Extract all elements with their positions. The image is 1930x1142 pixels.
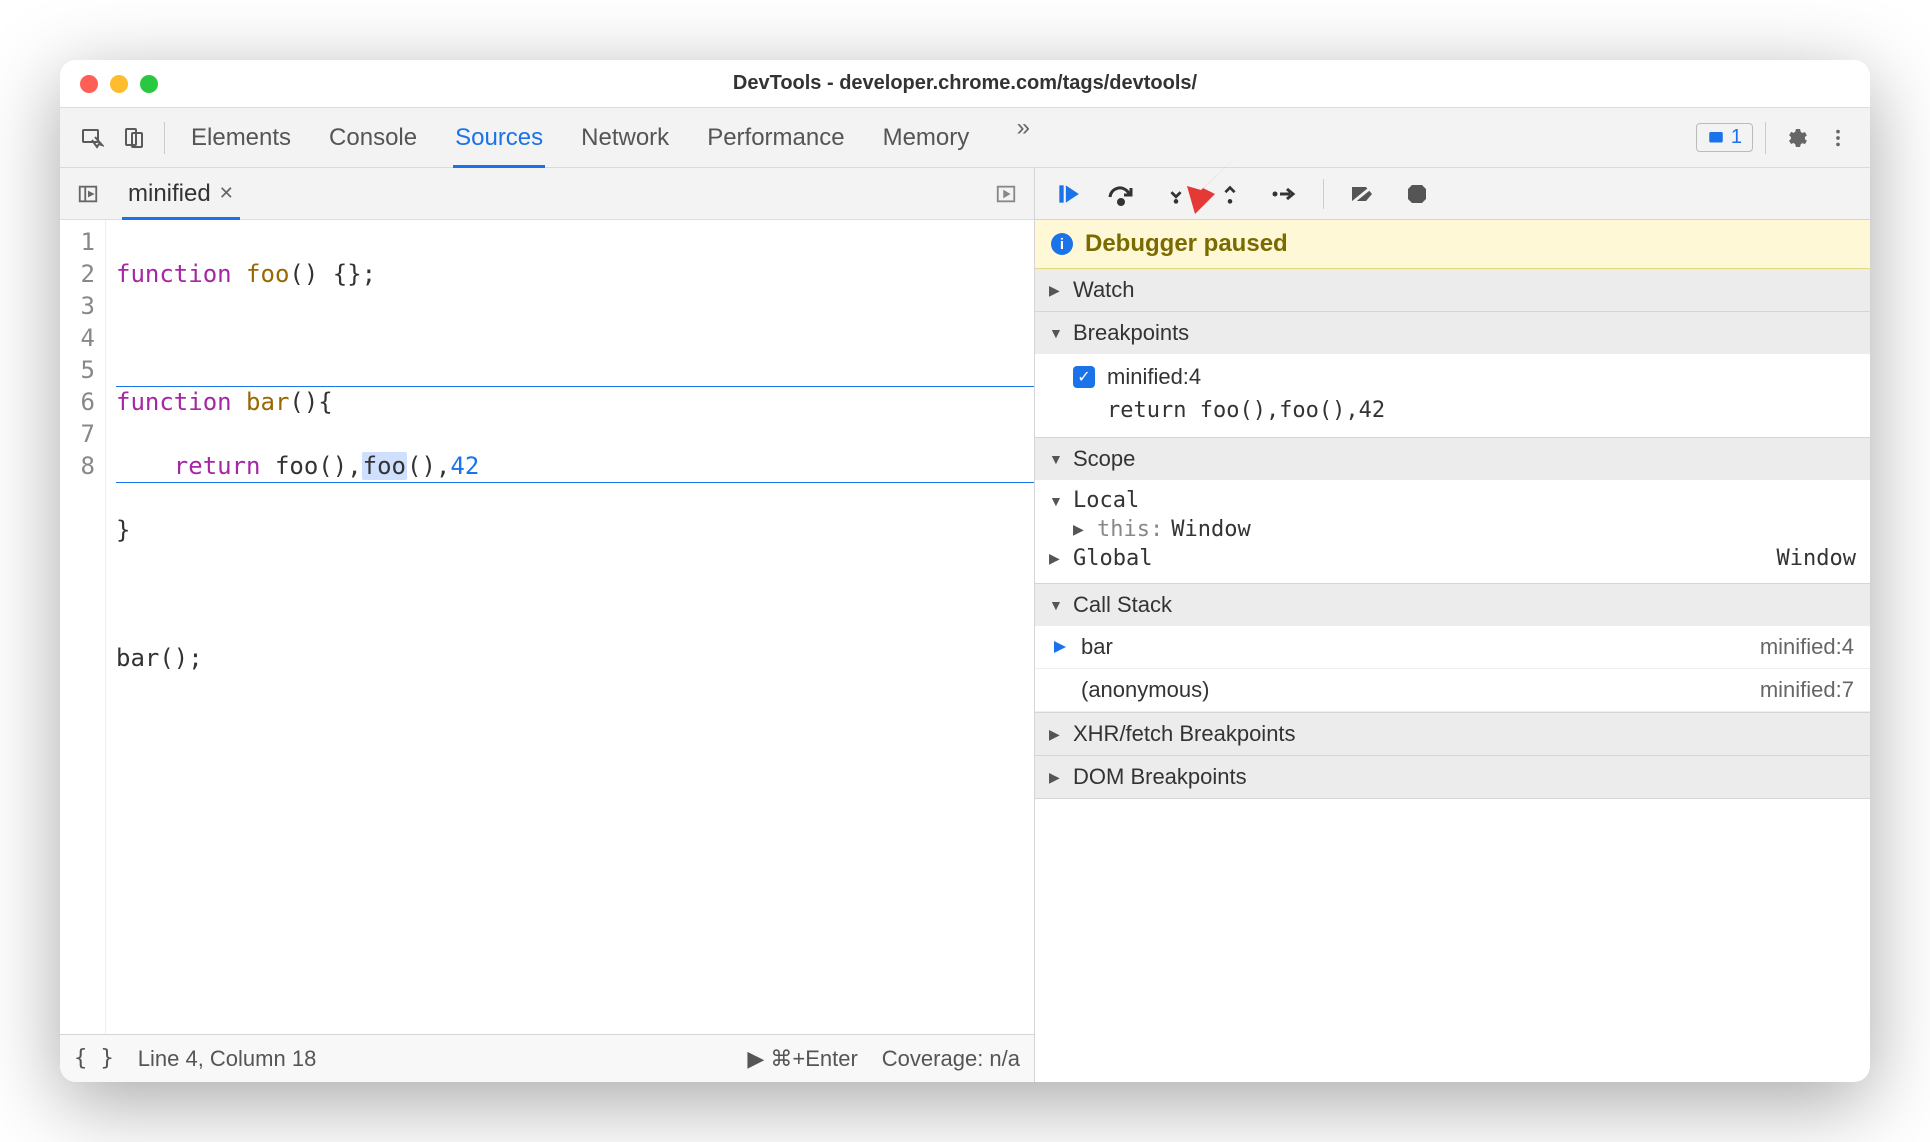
editor-statusbar: { } Line 4, Column 18 ▶ ⌘+Enter Coverage… xyxy=(60,1034,1034,1082)
frame-location: minified:7 xyxy=(1760,677,1854,703)
dom-section: ▶DOM Breakpoints xyxy=(1035,756,1870,799)
watch-header[interactable]: ▶Watch xyxy=(1035,269,1870,311)
tab-console[interactable]: Console xyxy=(327,110,419,166)
watch-section: ▶Watch xyxy=(1035,269,1870,312)
xhr-section: ▶XHR/fetch Breakpoints xyxy=(1035,713,1870,756)
frame-name: bar xyxy=(1081,634,1113,660)
tab-memory[interactable]: Memory xyxy=(881,110,972,166)
window-title: DevTools - developer.chrome.com/tags/dev… xyxy=(60,72,1870,95)
step-icon[interactable] xyxy=(1269,179,1299,209)
frame-name: (anonymous) xyxy=(1081,677,1209,703)
separator xyxy=(1323,179,1324,209)
separator xyxy=(1765,122,1766,154)
debugger-sidebar: i Debugger paused ▶Watch ▼Breakpoints ✓ … xyxy=(1035,168,1870,1082)
frame-location: minified:4 xyxy=(1760,634,1854,660)
tab-performance[interactable]: Performance xyxy=(705,110,846,166)
code-editor[interactable]: 1 2 3 4 5 6 7 8 function foo() {}; funct… xyxy=(60,220,1034,1034)
main-toolbar: Elements Console Sources Network Perform… xyxy=(60,108,1870,168)
breakpoint-checkbox[interactable]: ✓ xyxy=(1073,366,1095,388)
pretty-print-icon[interactable]: { } xyxy=(74,1046,114,1071)
breakpoints-header[interactable]: ▼Breakpoints xyxy=(1035,312,1870,354)
callstack-header[interactable]: ▼Call Stack xyxy=(1035,584,1870,626)
code-area[interactable]: function foo() {}; function bar(){ retur… xyxy=(106,220,1034,1034)
stack-frame[interactable]: (anonymous) minified:7 xyxy=(1035,669,1870,712)
editor-tab-label: minified xyxy=(128,180,211,208)
breakpoints-section: ▼Breakpoints ✓ minified:4 return foo(),f… xyxy=(1035,312,1870,438)
issues-badge[interactable]: 1 xyxy=(1696,123,1753,152)
coverage-status: Coverage: n/a xyxy=(882,1046,1020,1072)
xhr-header[interactable]: ▶XHR/fetch Breakpoints xyxy=(1035,713,1870,755)
cursor-position: Line 4, Column 18 xyxy=(138,1046,317,1072)
tab-sources[interactable]: Sources xyxy=(453,110,545,166)
close-tab-icon[interactable]: ✕ xyxy=(219,183,234,204)
tab-elements[interactable]: Elements xyxy=(189,110,293,166)
pause-on-exceptions-icon[interactable] xyxy=(1402,179,1432,209)
tabs-overflow-icon[interactable]: » xyxy=(1005,110,1041,146)
sources-panel-left: minified ✕ 1 2 3 4 5 6 7 8 function foo(… xyxy=(60,168,1035,1082)
separator xyxy=(164,122,165,154)
breakpoint-label: minified:4 xyxy=(1107,364,1201,390)
settings-icon[interactable] xyxy=(1778,120,1814,156)
info-icon: i xyxy=(1051,233,1073,255)
stack-frame[interactable]: bar minified:4 xyxy=(1035,626,1870,669)
issues-count: 1 xyxy=(1731,126,1742,149)
scope-section: ▼Scope ▼Local ▶ this: Window ▶Global Win… xyxy=(1035,438,1870,584)
body: minified ✕ 1 2 3 4 5 6 7 8 function foo(… xyxy=(60,168,1870,1082)
resume-icon[interactable] xyxy=(1053,179,1083,209)
scope-header[interactable]: ▼Scope xyxy=(1035,438,1870,480)
run-hint: ▶ ⌘+Enter xyxy=(747,1046,857,1072)
line-gutter: 1 2 3 4 5 6 7 8 xyxy=(60,220,106,1034)
kebab-menu-icon[interactable] xyxy=(1820,120,1856,156)
titlebar: DevTools - developer.chrome.com/tags/dev… xyxy=(60,60,1870,108)
breakpoint-code: return foo(),foo(),42 xyxy=(1107,398,1385,423)
inspect-icon[interactable] xyxy=(74,120,110,156)
debugger-toolbar xyxy=(1035,168,1870,220)
banner-text: Debugger paused xyxy=(1085,230,1288,258)
navigator-toggle-icon[interactable] xyxy=(70,176,106,212)
scope-local[interactable]: ▼Local xyxy=(1049,486,1856,515)
tab-network[interactable]: Network xyxy=(579,110,671,166)
current-frame-icon xyxy=(1051,638,1069,656)
editor-tab-minified[interactable]: minified ✕ xyxy=(116,170,246,218)
devtools-window: DevTools - developer.chrome.com/tags/dev… xyxy=(60,60,1870,1082)
callstack-section: ▼Call Stack bar minified:4 (anonymous) m… xyxy=(1035,584,1870,713)
deactivate-breakpoints-icon[interactable] xyxy=(1348,179,1378,209)
device-toggle-icon[interactable] xyxy=(116,120,152,156)
run-snippet-icon[interactable] xyxy=(988,176,1024,212)
dom-header[interactable]: ▶DOM Breakpoints xyxy=(1035,756,1870,798)
debugger-paused-banner: i Debugger paused xyxy=(1035,220,1870,269)
annotation-arrow-icon xyxy=(1183,146,1263,221)
scope-this[interactable]: ▶ this: Window xyxy=(1049,515,1856,544)
editor-tab-strip: minified ✕ xyxy=(60,168,1034,220)
scope-global[interactable]: ▶Global Window xyxy=(1049,544,1856,573)
scope-global-value: Window xyxy=(1777,546,1856,571)
step-over-icon[interactable] xyxy=(1107,179,1137,209)
breakpoint-item[interactable]: ✓ minified:4 xyxy=(1073,360,1856,394)
panel-tabs: Elements Console Sources Network Perform… xyxy=(189,110,1041,166)
